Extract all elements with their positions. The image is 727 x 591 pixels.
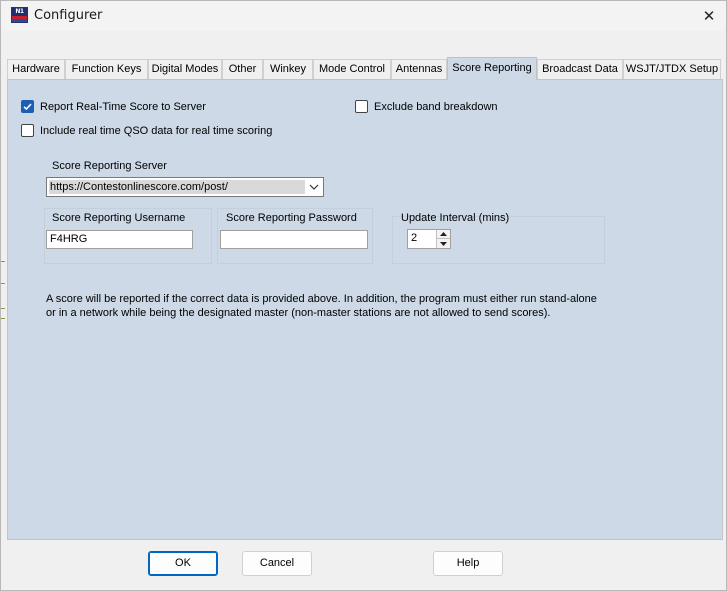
score-reporting-panel: Report Real-Time Score to Server Exclude… (7, 79, 723, 540)
password-label: Score Reporting Password (226, 212, 357, 224)
server-combobox[interactable]: https://Contestonlinescore.com/post/ (46, 177, 324, 197)
tab-winkey[interactable]: Winkey (263, 59, 313, 79)
app-logo-icon: N1 (11, 7, 28, 23)
include-qso-checkbox-row[interactable]: Include real time QSO data for real time… (21, 124, 272, 137)
cancel-button[interactable]: Cancel (242, 551, 312, 576)
report-realtime-checkbox[interactable] (21, 100, 34, 113)
report-realtime-label: Report Real-Time Score to Server (40, 100, 206, 113)
title-bar[interactable]: N1 Configurer ✕ (1, 1, 726, 31)
close-icon: ✕ (702, 8, 716, 25)
exclude-band-checkbox-row[interactable]: Exclude band breakdown (355, 100, 498, 113)
tab-strip: Hardware Function Keys Digital Modes Oth… (7, 57, 722, 80)
configurer-window: N1 Configurer ✕ Hardware Function Keys D… (0, 0, 727, 591)
tab-antennas[interactable]: Antennas (391, 59, 447, 79)
left-edge-artifacts (1, 261, 5, 321)
include-qso-checkbox[interactable] (21, 124, 34, 137)
interval-label: Update Interval (mins) (401, 212, 510, 224)
tab-other[interactable]: Other (222, 59, 263, 79)
password-input[interactable] (220, 230, 368, 249)
info-text: A score will be reported if the correct … (46, 293, 597, 319)
help-button[interactable]: Help (433, 551, 503, 576)
tab-score-reporting[interactable]: Score Reporting (447, 57, 537, 80)
window-title: Configurer (34, 8, 103, 23)
interval-spinner[interactable]: 2 (407, 229, 451, 249)
server-value: https://Contestonlinescore.com/post/ (49, 180, 305, 194)
include-qso-label: Include real time QSO data for real time… (40, 124, 273, 137)
username-input[interactable]: F4HRG (46, 230, 193, 249)
interval-value: 2 (411, 232, 418, 244)
ok-button[interactable]: OK (148, 551, 218, 576)
exclude-band-label: Exclude band breakdown (374, 100, 498, 113)
tab-broadcast-data[interactable]: Broadcast Data (537, 59, 623, 79)
exclude-band-checkbox[interactable] (355, 100, 368, 113)
tab-function-keys[interactable]: Function Keys (65, 59, 148, 79)
tab-mode-control[interactable]: Mode Control (313, 59, 391, 79)
server-label: Score Reporting Server (52, 160, 167, 172)
report-realtime-checkbox-row[interactable]: Report Real-Time Score to Server (21, 100, 206, 113)
tab-wsjt-jtdx-setup[interactable]: WSJT/JTDX Setup (623, 59, 721, 79)
tab-digital-modes[interactable]: Digital Modes (148, 59, 222, 79)
username-label: Score Reporting Username (52, 212, 186, 224)
checkmark-icon (23, 103, 32, 111)
spin-up-icon[interactable] (436, 230, 450, 239)
tab-hardware[interactable]: Hardware (7, 59, 65, 79)
close-button[interactable]: ✕ (692, 1, 726, 31)
chevron-down-icon[interactable] (307, 180, 321, 194)
spin-down-icon[interactable] (436, 239, 450, 248)
